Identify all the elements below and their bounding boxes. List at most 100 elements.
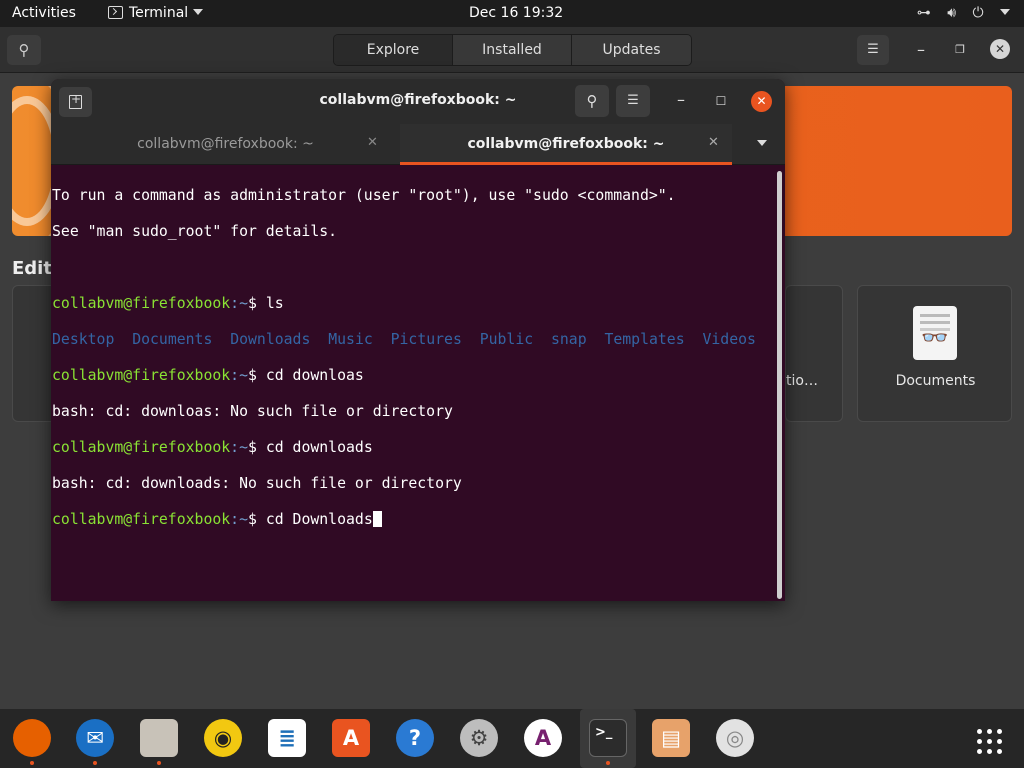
command: cd downloads [265,439,373,456]
dock-item[interactable]: >_ [580,709,636,768]
system-tray[interactable]: ⊶ 🔊︎ ⏻ [905,0,1010,27]
maximize-button[interactable]: ☐ [713,85,729,117]
running-indicator [30,761,34,765]
settings-icon: ⚙ [460,719,498,757]
top-bar: Activities Terminal Dec 16 19:32 ⊶ 🔊︎ ⏻ [0,0,1024,27]
app-card-label: Documents [895,373,976,389]
terminal-line: collabvm@firefoxbook:~$ cd downloads [52,439,785,457]
dock-item[interactable]: ✉ [67,709,123,768]
ls-entry: Documents [132,331,213,348]
search-icon: ⚲ [18,41,30,59]
ls-entry: Videos [702,331,756,348]
dock-item[interactable] [131,709,187,768]
terminal-tab-active[interactable]: collabvm@firefoxbook: ~ ✕ [400,124,732,165]
app-card[interactable]: tio… [785,285,843,422]
prompt-symbol: $ [248,295,266,312]
dock-item[interactable]: ≣ [259,709,315,768]
power-icon[interactable]: ⏻ [972,5,983,21]
chevron-down-icon[interactable] [1000,9,1010,15]
dock-item[interactable] [4,709,60,768]
volume-icon[interactable]: 🔊︎ [947,5,956,21]
prompt-symbol: $ [248,367,266,384]
app-menu[interactable]: Terminal [108,0,204,27]
help-icon: ? [396,719,434,757]
close-tab-icon[interactable]: ✕ [367,135,378,150]
rhythmbox-icon: ◉ [204,719,242,757]
close-tab-icon[interactable]: ✕ [708,135,719,150]
firefox-icon [13,719,51,757]
documents-icon [913,306,957,360]
maximize-button[interactable]: ❐ [952,35,968,65]
prompt-path: :~ [230,295,248,312]
terminal-tab[interactable]: collabvm@firefoxbook: ~ ✕ [51,124,400,165]
dock: ✉ ◉ ≣ A? ⚙ A >_ ▤ ◎ [0,709,1024,768]
terminal-window[interactable]: collabvm@firefoxbook: ~ ⚲ ☰ – ☐ ✕ collab… [51,79,785,601]
search-icon: ⚲ [586,92,598,110]
tab-explore[interactable]: Explore [334,35,453,65]
terminal-line: collabvm@firefoxbook:~$ cd Downloads [52,511,785,529]
terminal-output[interactable]: To run a command as administrator (user … [51,166,785,601]
chevron-down-icon [193,9,204,15]
dock-item[interactable]: ◉ [195,709,251,768]
close-button[interactable]: ✕ [751,91,772,112]
ls-entry: Public [479,331,534,348]
terminal-line: bash: cd: downloas: No such file or dire… [52,403,453,420]
running-indicator [157,761,161,765]
terminal-line: See "man sudo_root" for details. [52,223,338,240]
dock-item[interactable]: ⚙ [451,709,507,768]
activities-button[interactable]: Activities [12,0,76,27]
terminal-tab-bar: collabvm@firefoxbook: ~ ✕ collabvm@firef… [51,124,785,165]
software-tabs: Explore Installed Updates [333,34,692,66]
app-card-documents[interactable]: Documents [857,285,1012,422]
ls-entry: Desktop [52,331,115,348]
prompt-path: :~ [230,439,248,456]
ls-entry: Templates [604,331,685,348]
app-launcher-icon: A [524,719,562,757]
prompt-user: collabvm@firefoxbook [52,295,231,312]
software-header: ⚲ Explore Installed Updates ☰ – ❐ ✕ [0,27,1024,73]
scrollbar[interactable] [777,171,782,599]
command-input[interactable]: cd Downloads [266,511,373,528]
tab-installed[interactable]: Installed [453,35,572,65]
dock-item[interactable]: ◎ [707,709,763,768]
minimize-button[interactable]: – [913,35,929,65]
prompt-symbol: $ [248,511,266,528]
disc-icon: ◎ [716,719,754,757]
terminal-line: collabvm@firefoxbook:~$ cd downloas [52,367,785,385]
tab-list-dropdown[interactable] [757,140,767,146]
dock-item[interactable]: A [323,709,379,768]
show-applications-button[interactable] [967,719,1007,759]
hamburger-menu-button[interactable]: ☰ [616,85,650,117]
terminal-line: bash: cd: downloads: No such file or dir… [52,475,462,492]
clock[interactable]: Dec 16 19:32 [469,0,563,27]
search-button[interactable]: ⚲ [7,35,41,65]
dock-item[interactable]: ▤ [643,709,699,768]
ls-entry: Music [328,331,373,348]
terminal-tab-label: collabvm@firefoxbook: ~ [137,136,314,152]
prompt-user: collabvm@firefoxbook [52,367,231,384]
running-indicator [93,761,97,765]
network-icon[interactable]: ⊶ [917,5,931,21]
ls-output: Desktop Documents Downloads Music Pictur… [52,331,785,349]
minimize-button[interactable]: – [673,85,689,115]
dock-item[interactable]: ? [387,709,443,768]
terminal-headerbar[interactable]: collabvm@firefoxbook: ~ ⚲ ☰ – ☐ ✕ [51,79,785,124]
command: cd downloas [265,367,364,384]
archive-icon: ▤ [652,719,690,757]
prompt-user: collabvm@firefoxbook [52,511,231,528]
close-button[interactable]: ✕ [990,39,1010,59]
new-tab-button[interactable] [59,87,92,117]
files-icon [140,719,178,757]
prompt-path: :~ [230,511,248,528]
text-cursor [372,511,382,527]
hamburger-menu-button[interactable]: ☰ [857,35,889,65]
ls-entry: Downloads [230,331,311,348]
dock-item[interactable]: A [515,709,571,768]
prompt-symbol: $ [248,439,266,456]
search-button[interactable]: ⚲ [575,85,609,117]
writer-icon: ≣ [268,719,306,757]
software-center-icon: A [332,719,370,757]
thunderbird-icon: ✉ [76,719,114,757]
tab-updates[interactable]: Updates [572,35,691,65]
